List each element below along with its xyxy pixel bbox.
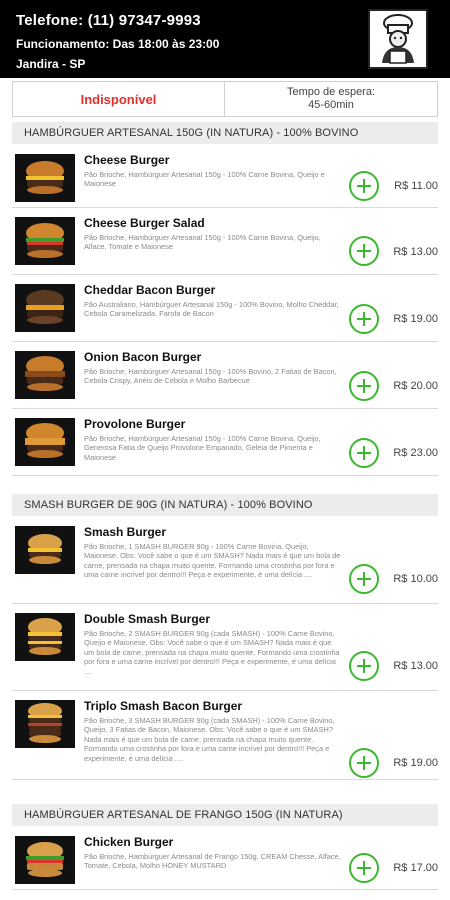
item-name: Triplo Smash Bacon Burger [84, 699, 243, 713]
store-phone: Telefone: (11) 97347-9993 [16, 12, 201, 29]
menu-item[interactable]: Triplo Smash Bacon Burger Pão Brioche, 3… [12, 692, 438, 780]
menu-item[interactable]: Cheese Burger Pão Brioche, Hambúrguer Ar… [12, 146, 438, 208]
item-name: Double Smash Burger [84, 612, 211, 626]
item-name: Smash Burger [84, 525, 167, 539]
plus-icon [357, 446, 371, 460]
item-description: Pão Brioche, 1 SMASH BURGER 90g - 100% C… [84, 542, 341, 580]
plus-icon [357, 244, 371, 258]
item-name: Chicken Burger [84, 835, 174, 849]
item-price: R$ 19.00 [393, 757, 438, 769]
item-description: Pão Brioche, Hambúrguer Artesanal 150g -… [84, 233, 321, 252]
menu-item[interactable]: Smash Burger Pão Brioche, 1 SMASH BURGER… [12, 518, 438, 604]
section-header: HAMBÚRGUER ARTESANAL DE FRANGO 150G (IN … [12, 804, 438, 826]
item-price: R$ 23.00 [393, 447, 438, 459]
burger-photo [15, 351, 75, 399]
store-city: Jandira - SP [16, 57, 86, 71]
plus-icon [357, 572, 371, 586]
add-item-button[interactable] [349, 371, 379, 401]
burger-photo [15, 836, 75, 884]
plus-icon [357, 659, 371, 673]
burger-photo [15, 217, 75, 265]
add-item-button[interactable] [349, 304, 379, 334]
plus-icon [357, 179, 371, 193]
burger-photo [15, 526, 75, 574]
add-item-button[interactable] [349, 853, 379, 883]
burger-photo [15, 418, 75, 466]
wait-time: Tempo de espera: 45-60min [225, 82, 437, 116]
plus-icon [357, 312, 371, 326]
item-name: Cheese Burger [84, 153, 170, 167]
add-item-button[interactable] [349, 564, 379, 594]
burger-photo [15, 284, 75, 332]
item-description: Pão Brioche, 2 SMASH BURGER 90g (cada SM… [84, 629, 340, 676]
item-description: Pão Brioche, Hambúrguer Artesanal 150g -… [84, 367, 337, 386]
menu-item[interactable]: Cheddar Bacon Burger Pão Australiano, Ha… [12, 276, 438, 342]
add-item-button[interactable] [349, 438, 379, 468]
menu-item[interactable]: Chicken Burger Pão Brioche, Hambúrguer A… [12, 828, 438, 890]
item-name: Cheese Burger Salad [84, 216, 205, 230]
menu-item[interactable]: Cheese Burger Salad Pão Brioche, Hambúrg… [12, 209, 438, 275]
item-name: Cheddar Bacon Burger [84, 283, 216, 297]
plus-icon [357, 379, 371, 393]
menu-item[interactable]: Provolone Burger Pão Brioche, Hambúrguer… [12, 410, 438, 476]
item-price: R$ 11.00 [394, 180, 438, 192]
plus-icon [357, 756, 371, 770]
add-item-button[interactable] [349, 651, 379, 681]
item-name: Onion Bacon Burger [84, 350, 202, 364]
item-description: Pão Brioche, Hambúrguer Artesanal 150g -… [84, 434, 321, 462]
chef-logo [368, 9, 428, 69]
availability-status: Indisponível [13, 82, 225, 116]
item-price: R$ 13.00 [393, 246, 438, 258]
item-description: Pão Australiano, Hambúrguer Artesanal 15… [84, 300, 339, 319]
burger-photo [15, 700, 75, 748]
item-name: Provolone Burger [84, 417, 186, 431]
item-price: R$ 10.00 [393, 573, 438, 585]
store-status: Indisponível Tempo de espera: 45-60min [12, 81, 438, 117]
menu-item[interactable]: Onion Bacon Burger Pão Brioche, Hambúrgu… [12, 343, 438, 409]
add-item-button[interactable] [349, 748, 379, 778]
burger-photo [15, 154, 75, 202]
item-description: Pão Brioche, Hambúrguer Artesanal 150g -… [84, 170, 325, 189]
chef-logo-icon [382, 14, 414, 64]
menu-item[interactable]: Double Smash Burger Pão Brioche, 2 SMASH… [12, 605, 438, 691]
wait-time-label: Tempo de espera: [286, 86, 376, 98]
burger-photo [15, 613, 75, 661]
add-item-button[interactable] [349, 236, 379, 266]
section-header: SMASH BURGER DE 90G (IN NATURA) - 100% B… [12, 494, 438, 516]
store-hours: Funcionamento: Das 18:00 às 23:00 [16, 37, 220, 51]
item-price: R$ 17.00 [393, 862, 438, 874]
wait-time-value: 45-60min [308, 99, 354, 111]
item-description: Pão Brioche, Hambúrguer Artesanal de Fra… [84, 852, 341, 871]
section-header: HAMBÚRGUER ARTESANAL 150G (IN NATURA) - … [12, 122, 438, 144]
item-price: R$ 19.00 [393, 313, 438, 325]
plus-icon [357, 861, 371, 875]
item-price: R$ 20.00 [393, 380, 438, 392]
add-item-button[interactable] [349, 171, 379, 201]
item-price: R$ 13.00 [393, 660, 438, 672]
store-header: Telefone: (11) 97347-9993 Funcionamento:… [0, 0, 450, 78]
item-description: Pão Brioche, 3 SMASH BURGER 90g (cada SM… [84, 716, 335, 763]
